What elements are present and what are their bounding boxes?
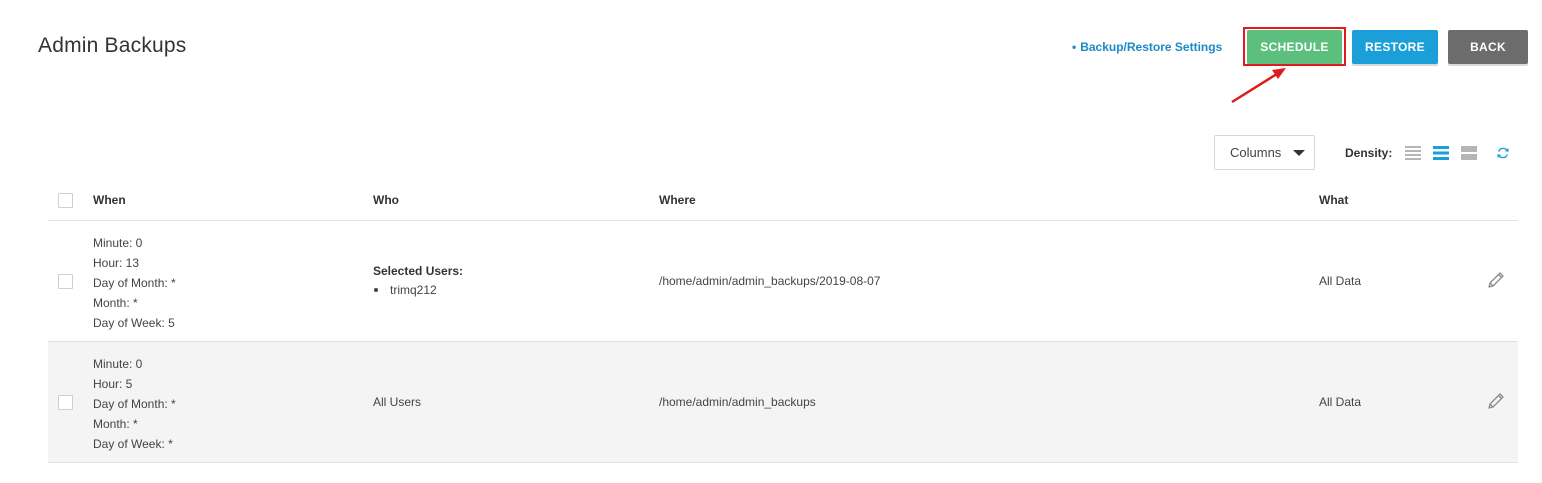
columns-label: Columns bbox=[1230, 145, 1282, 160]
page-title: Admin Backups bbox=[38, 34, 187, 57]
schedule-hour: Hour: 5 bbox=[93, 377, 133, 391]
schedule-minute: Minute: 0 bbox=[93, 236, 143, 250]
table-row: Minute: 0 Hour: 13 Day of Month: * Month… bbox=[48, 221, 1518, 342]
column-header-where[interactable]: Where bbox=[659, 193, 696, 207]
schedule-month: Month: * bbox=[93, 296, 138, 310]
when-cell: Minute: 0 Hour: 13 Day of Month: * Month… bbox=[93, 233, 176, 333]
columns-dropdown[interactable]: Columns bbox=[1214, 135, 1315, 170]
schedule-minute: Minute: 0 bbox=[93, 357, 143, 371]
density-default-icon[interactable] bbox=[1433, 145, 1449, 161]
refresh-icon[interactable] bbox=[1496, 146, 1510, 160]
what-cell: All Data bbox=[1319, 395, 1362, 409]
caret-down-icon bbox=[1293, 149, 1306, 156]
who-user-list: trimq212 bbox=[373, 283, 463, 297]
schedule-day-of-week: Day of Week: * bbox=[93, 437, 173, 451]
backup-restore-settings-link[interactable]: • Backup/Restore Settings bbox=[1072, 40, 1222, 54]
density-compact-icon[interactable] bbox=[1405, 145, 1421, 161]
column-header-who[interactable]: Who bbox=[373, 193, 399, 207]
bullet-icon bbox=[374, 287, 378, 292]
annotation-arrow-icon bbox=[1231, 68, 1286, 104]
edit-pencil-icon[interactable] bbox=[1486, 270, 1506, 290]
schedule-hour: Hour: 13 bbox=[93, 256, 140, 270]
schedule-day-of-month: Day of Month: * bbox=[93, 276, 176, 290]
where-cell: /home/admin/admin_backups/2019-08-07 bbox=[659, 274, 881, 288]
who-cell: Selected Users: trimq212 bbox=[373, 264, 463, 297]
restore-button[interactable]: RESTORE bbox=[1352, 30, 1438, 64]
schedule-day-of-month: Day of Month: * bbox=[93, 397, 176, 411]
schedule-day-of-week: Day of Week: 5 bbox=[93, 316, 175, 330]
schedule-button[interactable]: SCHEDULE bbox=[1247, 30, 1342, 64]
column-header-what[interactable]: What bbox=[1319, 193, 1348, 207]
who-title: Selected Users: bbox=[373, 264, 464, 278]
density-label: Density: bbox=[1345, 146, 1393, 160]
back-button[interactable]: BACK bbox=[1448, 30, 1528, 64]
who-cell: All Users bbox=[373, 395, 422, 409]
schedule-month: Month: * bbox=[93, 417, 138, 431]
link-bullet: • bbox=[1072, 40, 1077, 54]
who-user: trimq212 bbox=[390, 283, 437, 297]
column-header-when[interactable]: When bbox=[93, 193, 126, 207]
backups-table: When Who Where What Minute: 0 Hour: 13 D… bbox=[48, 180, 1518, 463]
where-cell: /home/admin/admin_backups bbox=[659, 395, 816, 409]
table-row: Minute: 0 Hour: 5 Day of Month: * Month:… bbox=[48, 342, 1518, 463]
when-cell: Minute: 0 Hour: 5 Day of Month: * Month:… bbox=[93, 354, 176, 454]
table-header: When Who Where What bbox=[48, 180, 1518, 221]
row-checkbox[interactable] bbox=[58, 274, 73, 289]
select-all-checkbox[interactable] bbox=[58, 193, 73, 208]
row-checkbox[interactable] bbox=[58, 395, 73, 410]
settings-link-label: Backup/Restore Settings bbox=[1080, 40, 1223, 54]
what-cell: All Data bbox=[1319, 274, 1362, 288]
who-user-item: trimq212 bbox=[373, 283, 463, 297]
edit-pencil-icon[interactable] bbox=[1486, 391, 1506, 411]
density-comfortable-icon[interactable] bbox=[1461, 145, 1477, 161]
